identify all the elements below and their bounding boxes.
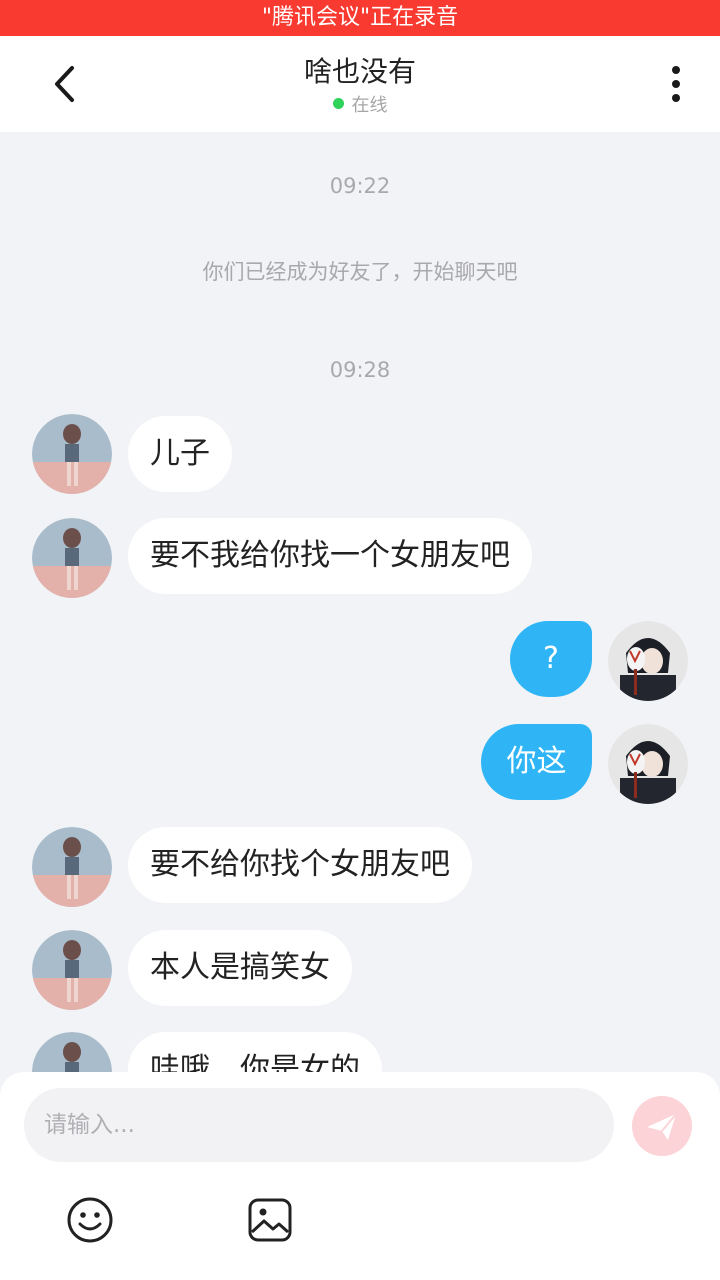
- online-dot-icon: [332, 98, 344, 109]
- online-status-label: 在线: [351, 95, 388, 116]
- online-status: 在线: [0, 91, 720, 117]
- message-bubble-incoming[interactable]: 本人是搞笑女: [128, 930, 352, 1006]
- contact-avatar[interactable]: [32, 518, 112, 598]
- message-list[interactable]: 09:22 你们已经成为好友了，开始聊天吧 09:28 儿子 要不我给你找一个女…: [0, 132, 720, 1072]
- message-timestamp: 09:22: [329, 174, 391, 198]
- my-avatar[interactable]: [608, 724, 688, 804]
- page-title: 啥也没有: [303, 55, 416, 88]
- composer-panel: [0, 1072, 720, 1280]
- more-options-button[interactable]: [656, 60, 696, 108]
- more-vertical-icon: [672, 66, 680, 102]
- message-input[interactable]: [24, 1088, 614, 1162]
- emoji-icon: [67, 1197, 113, 1243]
- message-bubble-incoming[interactable]: 儿子: [128, 416, 232, 492]
- send-icon: [647, 1113, 677, 1140]
- image-icon: [248, 1198, 292, 1242]
- contact-avatar[interactable]: [32, 930, 112, 1010]
- contact-avatar[interactable]: [32, 827, 112, 907]
- chat-header: 啥也没有 在线: [0, 36, 720, 132]
- message-bubble-outgoing[interactable]: 你这: [481, 724, 592, 800]
- contact-avatar[interactable]: [32, 1032, 112, 1072]
- contact-avatar[interactable]: [32, 414, 112, 494]
- send-button[interactable]: [632, 1096, 692, 1156]
- message-bubble-outgoing[interactable]: ?: [510, 621, 592, 697]
- emoji-button[interactable]: [66, 1196, 114, 1244]
- my-avatar[interactable]: [608, 621, 688, 701]
- message-timestamp: 09:28: [329, 358, 391, 382]
- recording-banner: "腾讯会议"正在录音: [0, 0, 720, 36]
- message-bubble-incoming[interactable]: 要不给你找个女朋友吧: [128, 827, 472, 903]
- message-bubble-incoming[interactable]: 要不我给你找一个女朋友吧: [128, 518, 532, 594]
- image-button[interactable]: [246, 1196, 294, 1244]
- system-message: 你们已经成为好友了，开始聊天吧: [202, 260, 518, 284]
- message-bubble-incoming[interactable]: 哇哦，你是女的: [128, 1032, 382, 1072]
